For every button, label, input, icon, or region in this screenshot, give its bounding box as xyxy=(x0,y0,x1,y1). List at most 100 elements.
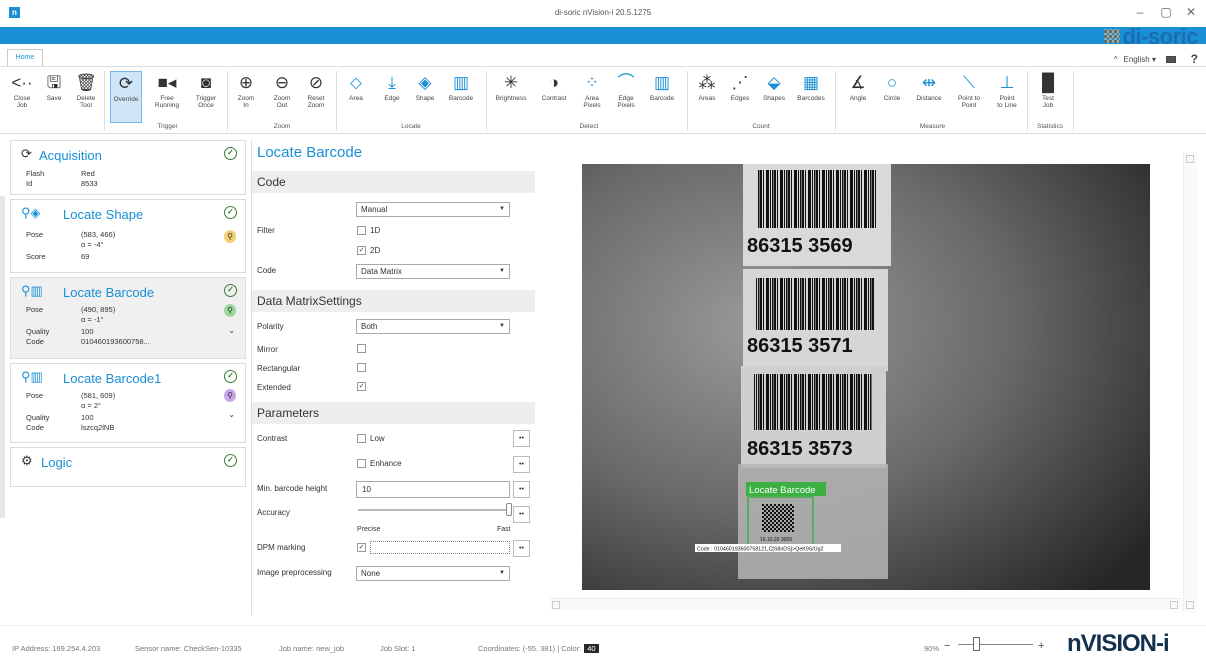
contrast-low-checkbox[interactable] xyxy=(357,434,366,443)
detect-barcode-button[interactable]: ▥ Barcode xyxy=(646,71,678,123)
point-to-point-button[interactable]: ⟍ Point to Point xyxy=(953,71,985,123)
chevron-up-icon: ^ xyxy=(1113,55,1118,64)
contrast-label: Contrast xyxy=(257,434,288,443)
filter-1d-checkbox[interactable] xyxy=(357,226,366,235)
field-value: α = -4° xyxy=(81,240,104,249)
window-title: di-soric nVision-i 20.5.1275 xyxy=(554,8,652,17)
tool-card-locate-barcode[interactable]: ⚲▥ Locate Barcode ✓ ⚲ ⌄ Pose (490, 895) α… xyxy=(10,277,246,359)
scroll-right-arrow[interactable] xyxy=(1170,601,1178,609)
tab-home[interactable]: Home xyxy=(7,49,43,66)
chevron-down-icon: ▼ xyxy=(499,206,505,212)
zoom-slider-thumb[interactable] xyxy=(973,637,980,651)
help-button[interactable]: ? xyxy=(1191,52,1198,66)
reset-zoom-button[interactable]: ⊘ Reset Zoom xyxy=(300,71,332,123)
panel-toggle-icon[interactable] xyxy=(1166,56,1176,63)
edge-pixels-button[interactable]: ⌒ Edge Pixels xyxy=(610,71,642,123)
field-value: lszcq2lNB xyxy=(81,423,115,432)
coordinates-text: Coordinates: (-55, 381) | Color: xyxy=(478,644,582,653)
mode-dropdown[interactable]: Manual ▼ xyxy=(356,202,510,217)
close-job-button[interactable]: <·· Close Job xyxy=(6,71,38,123)
locate-area-button[interactable]: ⬦ Area xyxy=(340,71,372,123)
zoom-level: 90% xyxy=(924,644,940,653)
minimize-button[interactable]: – xyxy=(1132,5,1148,19)
mirror-checkbox[interactable] xyxy=(357,344,366,353)
measure-angle-button[interactable]: ∡ Angle xyxy=(842,71,874,123)
locate-shape-button[interactable]: ◈ Shape xyxy=(409,71,441,123)
properties-title: Locate Barcode xyxy=(257,144,363,161)
angle-icon: ∡ xyxy=(850,73,866,92)
rectangular-checkbox[interactable] xyxy=(357,363,366,372)
step-button[interactable]: •• xyxy=(513,456,530,473)
dpm-checkbox[interactable]: ✓ xyxy=(357,543,366,552)
test-job-button[interactable]: ▐▌ Test Job xyxy=(1032,71,1064,123)
point-to-line-button[interactable]: ⊥ Point to Line xyxy=(991,71,1023,123)
count-areas-button[interactable]: ⁂ Areas xyxy=(691,71,723,123)
location-pin-icon: ⚲ xyxy=(224,389,236,402)
image-viewport[interactable]: 86315 3569 86315 3571 86315 3573 Locate … xyxy=(550,152,1197,612)
zoom-slider-track[interactable] xyxy=(958,644,1033,645)
delete-tool-button[interactable]: 🗑 Delete Tool xyxy=(70,71,102,123)
override-button[interactable]: ⟳ Override xyxy=(110,71,142,123)
min-height-input[interactable]: 10 xyxy=(356,481,510,498)
step-button[interactable]: •• xyxy=(513,506,530,523)
brightness-button[interactable]: ✳ Brightness xyxy=(495,71,527,123)
measure-circle-button[interactable]: ○ Circle xyxy=(876,71,908,123)
datamatrix-code xyxy=(762,504,794,532)
zoom-minus-button[interactable]: − xyxy=(944,640,950,652)
contrast-button[interactable]: ◑ Contrast xyxy=(538,71,570,123)
trash-icon: 🗑 xyxy=(75,73,97,92)
dropdown-value: Both xyxy=(361,322,378,331)
refresh-icon: ⟳ xyxy=(118,74,134,93)
chevron-down-icon: ▼ xyxy=(499,268,505,274)
area-pixels-button[interactable]: ⁘ Area Pixels xyxy=(576,71,608,123)
step-button[interactable]: •• xyxy=(513,430,530,447)
count-edges-button[interactable]: ⋰ Edges xyxy=(724,71,756,123)
locate-barcode-button[interactable]: ▥ Barcode xyxy=(445,71,477,123)
measure-distance-button[interactable]: ⇹ Distance xyxy=(913,71,945,123)
dropdown-value: Manual xyxy=(361,205,388,214)
tool-card-acquisition[interactable]: ⟳ Acquisition ✓ Flash Red Id 8533 xyxy=(10,140,246,195)
overlay-label: Locate Barcode xyxy=(749,485,816,496)
group-measure-label: Measure xyxy=(919,123,946,130)
accuracy-slider-track[interactable] xyxy=(358,509,510,511)
trigger-once-button[interactable]: ◙ Trigger Once xyxy=(190,71,222,123)
chevron-down-icon[interactable]: ⌄ xyxy=(228,410,235,419)
field-label: Flash xyxy=(26,169,45,178)
camera-image[interactable]: 86315 3569 86315 3571 86315 3573 Locate … xyxy=(550,152,1197,612)
language-selector[interactable]: ^ English ▾ xyxy=(1114,55,1156,64)
scroll-left-arrow[interactable] xyxy=(552,601,560,609)
polarity-dropdown[interactable]: Both ▼ xyxy=(356,319,510,334)
accuracy-slider-thumb[interactable] xyxy=(506,503,512,516)
field-value: (581, 609) xyxy=(81,391,116,400)
vertical-scrollbar[interactable] xyxy=(1183,152,1197,612)
code-dropdown[interactable]: Data Matrix ▼ xyxy=(356,264,510,279)
free-running-button[interactable]: ■◂ Free Running xyxy=(151,71,183,123)
step-button[interactable]: •• xyxy=(513,540,530,557)
scroll-up-arrow[interactable] xyxy=(1186,155,1194,163)
locate-edge-button[interactable]: ⤓ Edge xyxy=(376,71,408,123)
filter-2d-checkbox[interactable]: ✓ xyxy=(357,246,366,255)
save-button[interactable]: 🖫 Save xyxy=(38,71,70,123)
maximize-button[interactable]: ▢ xyxy=(1158,5,1174,19)
chevron-down-icon[interactable]: ⌄ xyxy=(228,326,235,335)
zoom-plus-button[interactable]: + xyxy=(1038,640,1044,652)
preprocessing-dropdown[interactable]: None ▼ xyxy=(356,566,510,581)
count-shapes-button[interactable]: ⬙ Shapes xyxy=(758,71,790,123)
zoom-out-button[interactable]: ⊖ Zoom Out xyxy=(266,71,298,123)
tool-card-logic[interactable]: ⚙ Logic ✓ xyxy=(10,447,246,487)
zoom-in-button[interactable]: ⊕ Zoom In xyxy=(230,71,262,123)
tool-card-locate-barcode1[interactable]: ⚲▥ Locate Barcode1 ✓ ⚲ ⌄ Pose (581, 609) … xyxy=(10,363,246,443)
circle-icon: ○ xyxy=(886,73,898,92)
step-button[interactable]: •• xyxy=(513,481,530,498)
horizontal-scrollbar[interactable] xyxy=(550,598,1182,610)
status-ok-icon: ✓ xyxy=(224,206,237,219)
video-camera-icon: ■◂ xyxy=(157,73,177,92)
extended-checkbox[interactable]: ✓ xyxy=(357,382,366,391)
contrast-enhance-checkbox[interactable] xyxy=(357,459,366,468)
tool-card-locate-shape[interactable]: ⚲◈ Locate Shape ✓ ⚲ Pose (583, 466) α = -… xyxy=(10,199,246,273)
count-barcodes-button[interactable]: ▦ Barcodes xyxy=(795,71,827,123)
close-button[interactable]: ✕ xyxy=(1183,5,1199,19)
field-value: (583, 466) xyxy=(81,230,116,239)
scroll-down-arrow[interactable] xyxy=(1186,601,1194,609)
location-pin-icon: ⚲ xyxy=(224,304,236,317)
